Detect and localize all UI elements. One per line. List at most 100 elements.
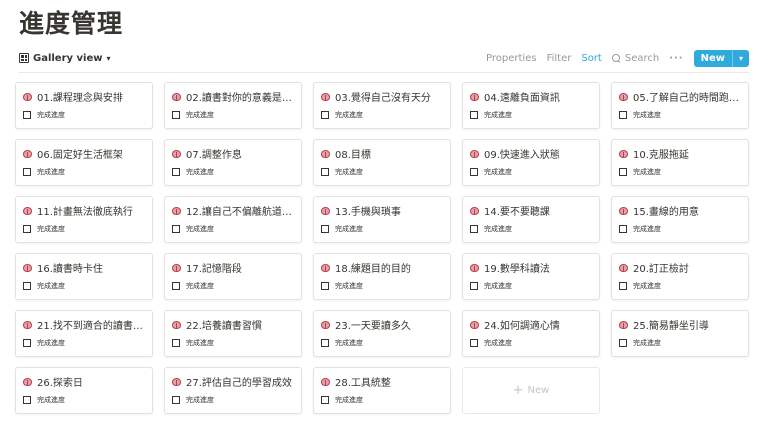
checkbox[interactable] [23,111,31,119]
gallery-card[interactable]: 13.手機與瑣事 完成進度 [313,196,451,243]
gallery-card[interactable]: 22.培養讀書習慣 完成進度 [164,310,302,357]
checkbox[interactable] [470,111,478,119]
checkbox[interactable] [23,282,31,290]
new-dropdown-chevron-icon[interactable]: ▾ [732,49,749,67]
checkbox[interactable] [23,225,31,233]
view-switcher[interactable]: Gallery view ▾ [19,48,111,68]
gallery-card[interactable]: 28.工具統整 完成進度 [313,367,451,414]
checkbox[interactable] [321,168,329,176]
gallery-card[interactable]: 25.簡易靜坐引導 完成進度 [611,310,749,357]
checkbox[interactable] [321,225,329,233]
gallery-card[interactable]: 05.了解自己的時間跑去哪? 完成進度 [611,82,749,129]
brain-icon [619,263,628,272]
checkbox[interactable] [172,396,180,404]
checkbox[interactable] [619,282,627,290]
checkbox[interactable] [470,168,478,176]
card-title-text: 21.找不到適合的讀書方法 [37,321,145,332]
gallery-card[interactable]: 14.要不要聽課 完成進度 [462,196,600,243]
gallery-card[interactable]: 10.克服拖延 完成進度 [611,139,749,186]
checkbox[interactable] [619,168,627,176]
checkbox[interactable] [619,225,627,233]
card-property: 完成進度 [470,223,592,235]
checkbox[interactable] [23,168,31,176]
property-label: 完成進度 [484,339,512,347]
gallery-card[interactable]: 07.調整作息 完成進度 [164,139,302,186]
gallery-card[interactable]: 11.計畫無法徹底執行 完成進度 [15,196,153,243]
card-title: 04.遠離負面資訊 [470,89,592,104]
gallery-card[interactable]: 19.數學科讀法 完成進度 [462,253,600,300]
brain-icon [172,377,181,386]
new-button[interactable]: New ▾ [693,49,749,67]
sort-button[interactable]: Sort [581,53,602,64]
gallery-card[interactable]: 23.一天要讀多久 完成進度 [313,310,451,357]
checkbox[interactable] [321,396,329,404]
property-label: 完成進度 [186,396,214,404]
checkbox[interactable] [172,339,180,347]
checkbox[interactable] [321,282,329,290]
brain-icon [470,263,479,272]
more-icon[interactable]: ··· [669,53,683,64]
checkbox[interactable] [470,282,478,290]
gallery-card[interactable]: 17.記憶階段 完成進度 [164,253,302,300]
card-property: 完成進度 [172,109,294,121]
property-label: 完成進度 [335,282,363,290]
card-title: 21.找不到適合的讀書方法 [23,317,145,332]
gallery-card[interactable]: 01.課程理念與安排 完成進度 [15,82,153,129]
card-title-text: 23.一天要讀多久 [335,321,411,332]
gallery-card[interactable]: 16.讀書時卡住 完成進度 [15,253,153,300]
card-title: 26.探索日 [23,374,145,389]
checkbox[interactable] [619,339,627,347]
gallery-card[interactable]: 04.遠離負面資訊 完成進度 [462,82,600,129]
gallery-card[interactable]: 02.讀書對你的意義是什麼? 完成進度 [164,82,302,129]
toolbar-divider [19,72,749,73]
property-label: 完成進度 [335,225,363,233]
brain-icon [619,149,628,158]
gallery-card[interactable]: 26.探索日 完成進度 [15,367,153,414]
property-label: 完成進度 [335,396,363,404]
gallery-card[interactable]: 20.訂正檢討 完成進度 [611,253,749,300]
checkbox[interactable] [172,168,180,176]
checkbox[interactable] [172,111,180,119]
checkbox[interactable] [619,111,627,119]
page-title: 進度管理 [19,9,124,38]
card-title: 17.記憶階段 [172,260,294,275]
card-property: 完成進度 [172,166,294,178]
gallery-card[interactable]: 18.練題目的目的 完成進度 [313,253,451,300]
filter-button[interactable]: Filter [547,53,572,64]
new-card-label: New [527,385,550,396]
gallery-card[interactable]: 15.畫線的用意 完成進度 [611,196,749,243]
card-title-text: 27.評估自己的學習成效 [186,378,292,389]
gallery-card[interactable]: 03.覺得自己沒有天分 完成進度 [313,82,451,129]
checkbox[interactable] [172,282,180,290]
gallery-card[interactable]: 06.固定好生活框架 完成進度 [15,139,153,186]
card-property: 完成進度 [321,166,443,178]
checkbox[interactable] [321,111,329,119]
gallery-card[interactable]: 09.快速進入狀態 完成進度 [462,139,600,186]
card-title-text: 19.數學科讀法 [484,264,550,275]
gallery-card[interactable]: 24.如何調適心情 完成進度 [462,310,600,357]
gallery-grid-icon [19,53,29,63]
checkbox[interactable] [321,339,329,347]
brain-icon [619,320,628,329]
checkbox[interactable] [23,396,31,404]
card-property: 完成進度 [321,223,443,235]
gallery-card[interactable]: 08.目標 完成進度 [313,139,451,186]
gallery-card[interactable]: 21.找不到適合的讀書方法 完成進度 [15,310,153,357]
checkbox[interactable] [172,225,180,233]
checkbox[interactable] [470,225,478,233]
card-title-text: 05.了解自己的時間跑去哪? [633,93,741,104]
properties-button[interactable]: Properties [486,53,537,64]
gallery-card[interactable]: 12.讓自己不偏離航道的... 完成進度 [164,196,302,243]
brain-icon [23,149,32,158]
card-title: 27.評估自己的學習成效 [172,374,294,389]
gallery-card[interactable]: 27.評估自己的學習成效 完成進度 [164,367,302,414]
card-property: 完成進度 [470,337,592,349]
new-card-button[interactable]: + New [462,367,600,414]
checkbox[interactable] [470,339,478,347]
search-button[interactable]: Search [611,53,659,64]
card-title-text: 20.訂正檢討 [633,264,689,275]
property-label: 完成進度 [633,168,661,176]
card-property: 完成進度 [23,109,145,121]
checkbox[interactable] [23,339,31,347]
card-title-text: 12.讓自己不偏離航道的... [186,207,294,218]
